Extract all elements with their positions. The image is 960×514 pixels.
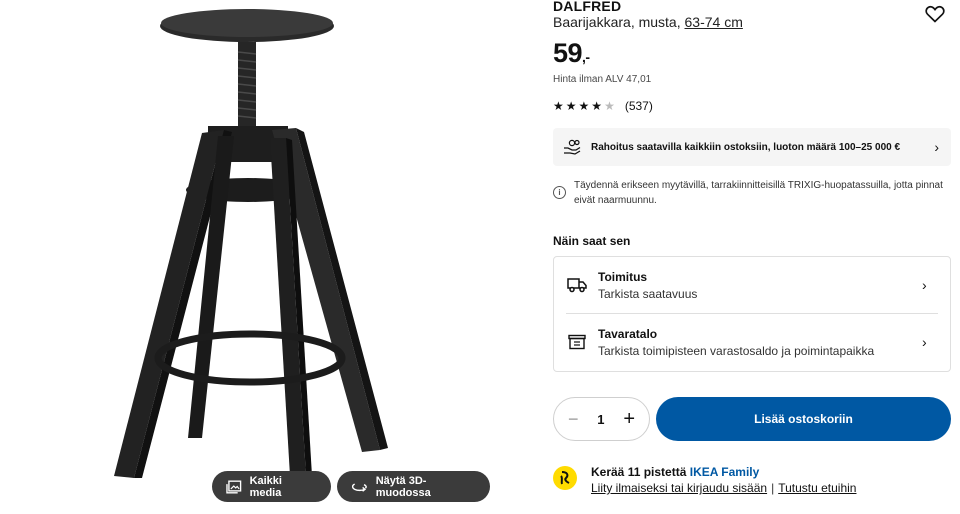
chevron-right-icon: ›: [922, 277, 927, 293]
chevron-right-icon: ›: [934, 139, 939, 155]
family-brand: IKEA Family: [689, 465, 760, 479]
size-link[interactable]: 63-74 cm: [685, 14, 743, 30]
gallery-icon: [226, 479, 242, 494]
family-benefits-link[interactable]: Tutustu etuihin: [778, 481, 856, 495]
view-3d-button[interactable]: Näytä 3D-muodossa: [337, 471, 490, 502]
delivery-title: Toimitus: [598, 269, 648, 284]
truck-icon: [567, 278, 587, 293]
fulfilment-options: Toimitus Tarkista saatavuus › Tavaratalo…: [553, 256, 951, 372]
chevron-right-icon: ›: [922, 334, 927, 350]
financing-banner[interactable]: Rahoitus saatavilla kaikkiin ostoksiin, …: [553, 128, 951, 166]
rating[interactable]: ★ ★ ★ ★ ★ (537): [553, 99, 653, 113]
price-separator: ,-: [582, 49, 590, 65]
store-icon: [568, 334, 586, 350]
rating-count: (537): [624, 99, 653, 113]
store-subtitle: Tarkista toimipisteen varastosaldo ja po…: [598, 343, 875, 358]
add-to-cart-button[interactable]: Lisää ostoskoriin: [656, 397, 951, 441]
family-logo-icon: [553, 466, 577, 490]
product-description-text: Baarijakkara, musta,: [553, 14, 681, 30]
family-points: Kerää 11 pistettä IKEA Family: [591, 465, 759, 479]
star-icon: ★: [553, 99, 564, 113]
product-notice: i Täydennä erikseen myytävillä, tarrakii…: [553, 178, 951, 208]
price-without-vat: Hinta ilman ALV 47,01: [553, 74, 652, 85]
star-icon: ★: [565, 99, 577, 113]
increase-quantity-button[interactable]: +: [623, 408, 635, 431]
rotate-3d-icon: [351, 483, 367, 492]
info-icon: i: [553, 186, 566, 199]
family-join-link[interactable]: Liity ilmaiseksi tai kirjaudu sisään: [591, 481, 767, 495]
quantity-value[interactable]: 1: [597, 412, 604, 427]
family-links: Liity ilmaiseksi tai kirjaudu sisään | Tut…: [591, 481, 856, 495]
all-media-label: Kaikki media: [249, 474, 282, 499]
half-star-icon: ★: [604, 99, 615, 113]
fulfilment-heading: Näin saat sen: [553, 234, 631, 248]
price-integer: 59: [553, 38, 583, 68]
view-3d-label: Näytä 3D-muodossa: [375, 474, 431, 499]
financing-text: Rahoitus saatavilla kaikkiin ostoksiin, …: [591, 141, 901, 153]
star-icon: ★: [591, 99, 603, 113]
all-media-button[interactable]: Kaikki media: [212, 471, 331, 502]
link-separator: |: [771, 481, 775, 495]
notice-text: Täydennä erikseen myytävillä, tarrakiinn…: [574, 180, 943, 206]
add-to-cart-label: Lisää ostoskoriin: [754, 412, 853, 426]
product-description: Baarijakkara, musta, 63-74 cm: [553, 14, 743, 30]
family-points-text: Kerää 11 pistettä: [591, 465, 687, 479]
star-icon: ★: [578, 99, 590, 113]
decrease-quantity-button[interactable]: −: [568, 409, 579, 430]
product-gallery: Kaikki media Näytä 3D-muodossa: [0, 0, 540, 514]
price: 59,-: [553, 38, 590, 69]
store-title: Tavaratalo: [598, 326, 658, 341]
delivery-subtitle: Tarkista saatavuus: [598, 286, 698, 301]
store-option[interactable]: Tavaratalo Tarkista toimipisteen varasto…: [554, 314, 950, 370]
hand-coins-icon: [564, 139, 581, 155]
heart-icon[interactable]: [925, 5, 945, 23]
product-name: DALFRED: [553, 0, 622, 14]
product-image-bar-stool[interactable]: [100, 8, 400, 483]
quantity-stepper: − 1 +: [553, 397, 650, 441]
delivery-option[interactable]: Toimitus Tarkista saatavuus ›: [554, 257, 950, 313]
